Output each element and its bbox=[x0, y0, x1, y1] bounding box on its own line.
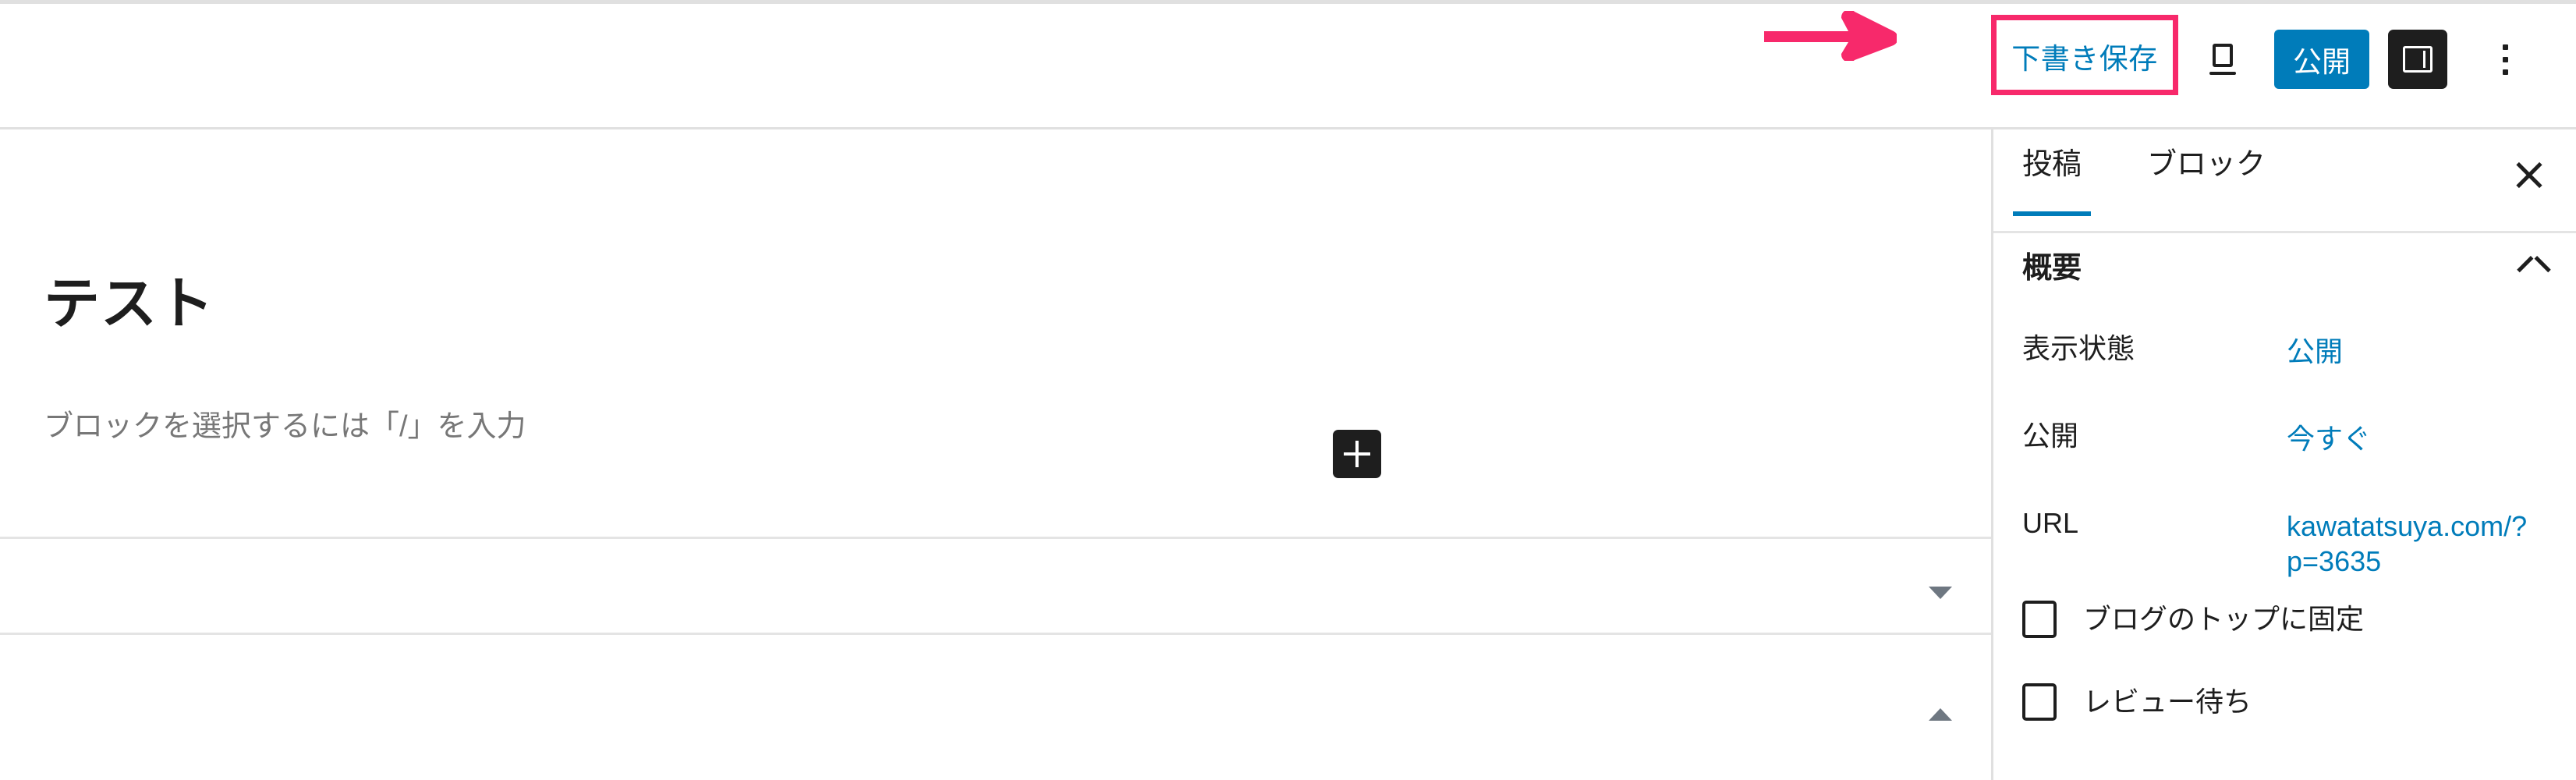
block-placeholder-text[interactable]: ブロックを選択するには「/」を入力 bbox=[44, 412, 526, 441]
block-inserter-button[interactable] bbox=[1333, 430, 1381, 478]
publish-button[interactable]: 公開 bbox=[2274, 30, 2369, 89]
monitor-base-shape bbox=[2209, 72, 2236, 75]
summary-row-label: 公開 bbox=[2022, 420, 2079, 452]
sidebar-tab-bar: 投稿 ブロック bbox=[1993, 129, 2576, 233]
sticky-post-checkbox-row[interactable]: ブログのトップに固定 bbox=[1993, 578, 2576, 661]
three-dots-vertical-icon-dot bbox=[2502, 69, 2508, 75]
monitor-screen-shape bbox=[2213, 44, 2233, 67]
more-options-menu-button[interactable] bbox=[2482, 35, 2528, 83]
summary-row-label: 表示状態 bbox=[2022, 332, 2135, 364]
summary-panel-header[interactable]: 概要 bbox=[1993, 233, 2576, 316]
summary-panel-title: 概要 bbox=[2022, 252, 2082, 285]
block-divider bbox=[0, 537, 1991, 539]
settings-sidebar-toggle-button[interactable] bbox=[2388, 30, 2447, 89]
settings-sidebar: 投稿 ブロック 概要 表示状態 公開 公開 今すぐ URL kawatatsuy… bbox=[1991, 129, 2576, 780]
sticky-post-checkbox[interactable] bbox=[2022, 601, 2057, 638]
monitor-icon bbox=[2209, 44, 2236, 75]
summary-row-visibility: 表示状態 公開 bbox=[1993, 316, 2576, 403]
pending-review-label: レビュー待ち bbox=[2083, 686, 2252, 718]
summary-row-label: URL bbox=[2022, 507, 2079, 539]
summary-row-publish: 公開 今すぐ bbox=[1993, 403, 2576, 491]
pending-review-checkbox[interactable] bbox=[2022, 683, 2057, 721]
block-divider bbox=[0, 633, 1991, 635]
preview-button[interactable] bbox=[2199, 37, 2247, 82]
tab-block[interactable]: ブロック bbox=[2147, 150, 2266, 214]
three-dots-vertical-icon-dot bbox=[2502, 56, 2508, 62]
save-draft-button[interactable]: 下書き保存 bbox=[1993, 20, 2177, 98]
editor-header-toolbar: 下書き保存 公開 bbox=[0, 0, 2576, 129]
sidebar-panel-icon bbox=[2403, 46, 2432, 73]
plus-icon bbox=[1344, 441, 1370, 467]
triangle-up-icon[interactable] bbox=[1929, 708, 1952, 721]
save-draft-label[interactable]: 下書き保存 bbox=[2011, 44, 2158, 73]
summary-row-value[interactable]: 公開 bbox=[2287, 335, 2343, 370]
three-dots-vertical-icon-dot bbox=[2502, 44, 2508, 50]
post-content-canvas[interactable]: テスト ブロックを選択するには「/」を入力 切ってください bbox=[0, 129, 1991, 780]
pending-review-checkbox-row[interactable]: レビュー待ち bbox=[1993, 661, 2576, 743]
close-icon[interactable] bbox=[2510, 156, 2548, 193]
summary-row-value[interactable]: 今すぐ bbox=[2287, 422, 2371, 457]
tab-post[interactable]: 投稿 bbox=[2012, 150, 2092, 216]
summary-row-url: URL kawatatsuya.com/?p=3635 bbox=[1993, 491, 2576, 578]
sticky-post-label: ブログのトップに固定 bbox=[2083, 603, 2365, 635]
post-title-field[interactable]: テスト bbox=[44, 276, 214, 332]
wordpress-block-editor: 下書き保存 公開 テスト ブロックを選択するには「/」を入力 投稿 ブロック 概… bbox=[0, 0, 2576, 780]
summary-row-value[interactable]: kawatatsuya.com/?p=3635 bbox=[2287, 509, 2544, 579]
triangle-down-icon[interactable] bbox=[1929, 587, 1952, 599]
chevron-up-icon[interactable] bbox=[2518, 261, 2549, 280]
